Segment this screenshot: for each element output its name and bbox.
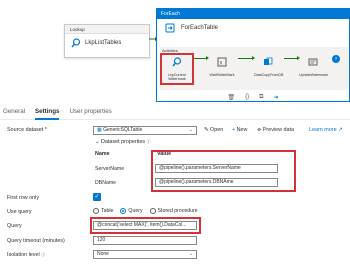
chevron-down-icon: ⌄ [188,127,193,133]
dataset-properties-toggle[interactable]: ⌄ Dataset properties ⓘ [95,139,151,145]
radio-query[interactable]: Query [120,208,143,214]
lookup-activity-name: LkpListTables [85,40,122,46]
go-icon[interactable]: ➜ [273,94,278,101]
activity-label: WatHWateMark [209,73,235,77]
query-timeout-label: Query timeout (minutes) [7,238,65,244]
preview-data-link[interactable]: ⌯ Preview data [257,127,294,134]
external-link-icon: ↗ [338,127,343,133]
properties-tabs: General Settings User properties [0,106,350,120]
add-activity-icon[interactable]: › [332,55,340,63]
chevron-down-icon: ⌄ [95,139,100,145]
info-icon: ⓘ [146,139,151,144]
glasses-icon: ⌯ [257,127,262,133]
isolation-level-label: Isolation level ⓘ [7,252,46,258]
foreach-toolbar: 🗑 {} ⧉ ➜ [157,92,349,102]
activity-label: DataCopyFromDB [254,73,284,77]
first-row-only-label: First row only [7,195,40,201]
stored-procedure-icon [308,58,318,66]
activity-label: UpdateWatermark [299,73,329,77]
lookup-card-header: Lookup [65,25,149,34]
foreach-activity-name: ForEachTable [181,25,219,31]
plus-icon: + [232,127,236,133]
tab-general[interactable]: General [3,106,25,120]
activity-updatewatermark[interactable]: UpdateWatermark [299,54,329,77]
pipeline-canvas: Lookup LkpListTables ForEach ForEachTabl… [0,0,350,102]
first-row-only-checkbox[interactable]: ✓ [93,193,101,201]
copy-icon[interactable]: ⧉ [259,94,263,101]
info-icon: ⓘ [41,252,46,257]
isolation-level-select[interactable]: None ⌄ [93,250,197,259]
foreach-header: ForEach [157,9,349,19]
copy-icon [264,57,273,65]
tab-settings[interactable]: Settings [35,106,60,120]
query-label: Query [7,223,22,229]
param-name-dbname: DBName [95,180,117,186]
source-dataset-value: GenericSQLTable [103,127,143,133]
query-timeout-input[interactable]: 120 [93,236,197,245]
highlight-box [160,53,194,85]
learn-more-link[interactable]: Learn more ↗ [309,127,343,133]
activity-wathwatemark[interactable]: x WatHWateMark [208,54,236,77]
radio-table[interactable]: Table [93,208,113,214]
tab-user-properties[interactable]: User properties [69,106,111,120]
open-dataset-link[interactable]: ✎ Open [204,127,223,133]
highlight-box [90,217,201,234]
pencil-icon: ✎ [204,127,209,133]
success-arrow [238,56,255,60]
param-name-servername: ServerName [95,166,125,172]
svg-text:x: x [220,61,223,67]
success-arrow [193,56,209,60]
delete-icon[interactable]: 🗑 [228,94,236,101]
foreach-icon [165,23,175,33]
success-arrow [284,56,300,60]
highlight-box [151,150,296,192]
code-icon[interactable]: {} [245,94,249,100]
activity-datacopyfromdb[interactable]: DataCopyFromDB [254,54,284,77]
chevron-down-icon: ⌄ [188,251,193,257]
new-dataset-link[interactable]: + New [232,127,247,133]
set-variable-icon: x [217,57,227,67]
use-query-label: Use query [7,209,32,215]
source-dataset-label: Source dataset * [7,127,47,133]
radio-stored-procedure[interactable]: Stored procedure [149,208,198,214]
source-dataset-select[interactable]: ▦ GenericSQLTable ⌄ [93,126,197,135]
use-query-radio-group: Table Query Stored procedure [93,208,198,214]
lookup-activity-card[interactable]: Lookup LkpListTables [64,24,150,58]
name-column-header: Name [95,151,110,157]
lookup-icon [71,38,81,48]
